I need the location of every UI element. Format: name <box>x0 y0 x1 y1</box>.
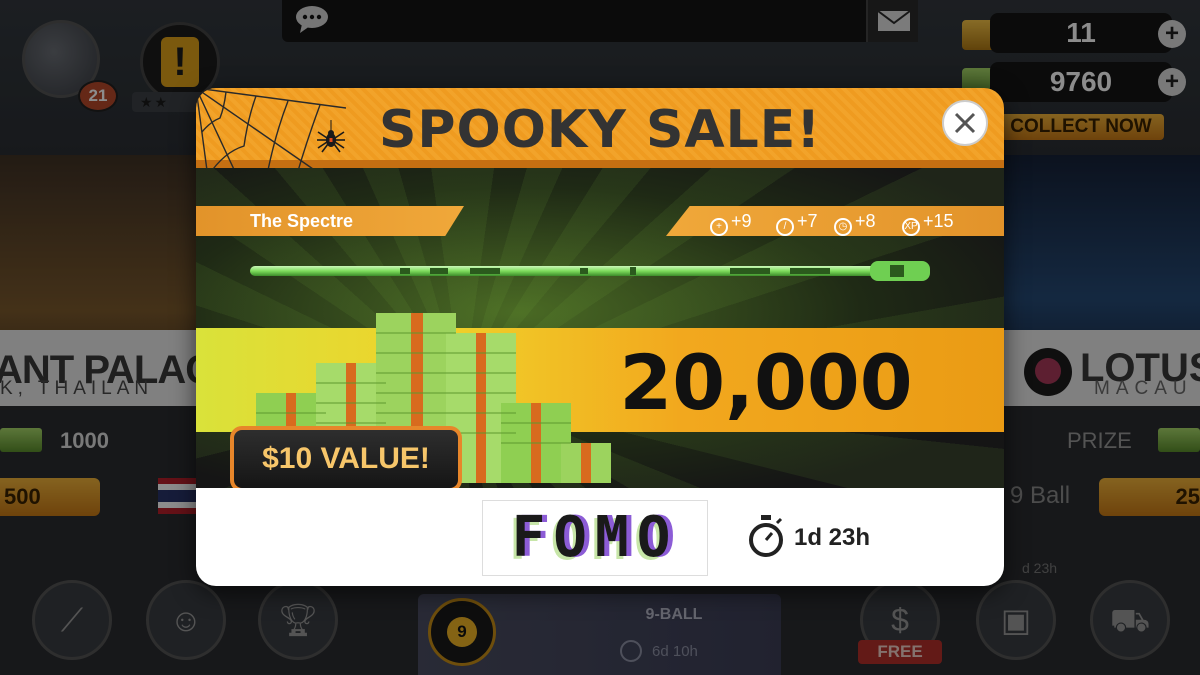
xp-icon: XP <box>902 218 920 236</box>
stat-time: ◷ +8 <box>834 211 876 236</box>
sale-popup: SPOOKY SALE! The Spectre + +9 /+7 ◷ +8 XP +… <box>196 88 1004 586</box>
buy-button-label[interactable]: FOMO <box>482 500 708 576</box>
stat-force: / +7 <box>776 211 818 236</box>
cue-stick-icon <box>250 261 930 281</box>
time-icon: ◷ <box>834 218 852 236</box>
close-button[interactable] <box>942 100 988 146</box>
offer-time-left: 1d 23h <box>794 524 871 551</box>
coin-amount: 20,000 <box>619 338 913 427</box>
stat-aim: + +9 <box>710 211 752 236</box>
popup-title: SPOOKY SALE! <box>378 100 822 160</box>
value-label: $10 VALUE! <box>262 442 430 475</box>
close-icon <box>954 112 976 134</box>
stat-xp: XP +15 <box>902 211 954 236</box>
force-icon: / <box>776 218 794 236</box>
aim-icon: + <box>710 218 728 236</box>
stopwatch-icon <box>749 515 783 557</box>
cue-name: The Spectre <box>250 211 354 231</box>
